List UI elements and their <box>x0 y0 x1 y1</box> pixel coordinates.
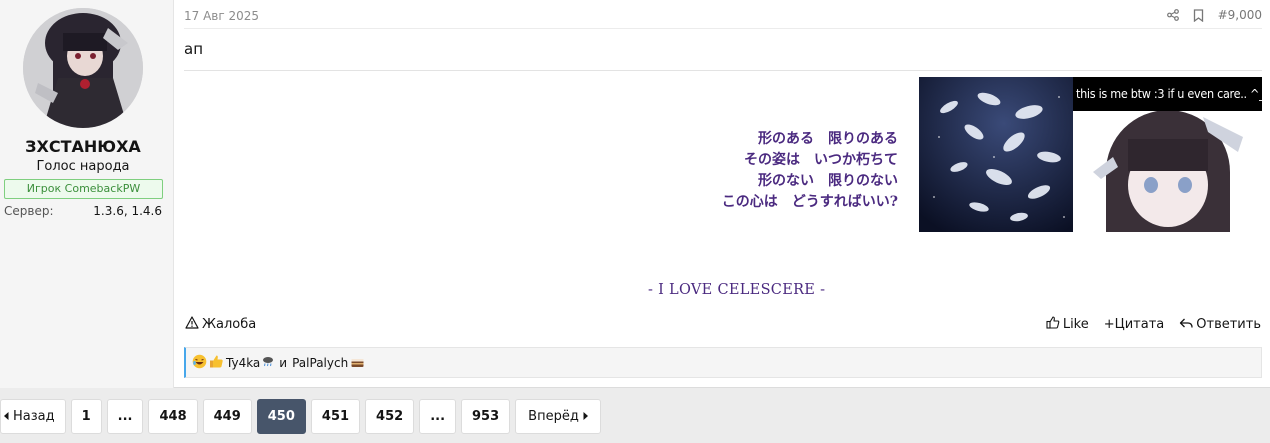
caret-right-icon <box>583 400 588 433</box>
like-label: Like <box>1062 317 1089 332</box>
server-label: Сервер: <box>4 204 54 218</box>
next-page-button[interactable]: Вперёд <box>515 399 601 434</box>
user-info-panel: ЗХСТАНЮХА Голос народа Игрок ComebackPW … <box>0 0 174 388</box>
reply-button[interactable]: Ответить <box>1179 317 1261 333</box>
user-banner: Игрок ComebackPW <box>4 179 163 199</box>
share-icon[interactable] <box>1166 9 1179 21</box>
quote-label: +Цитата <box>1103 317 1165 332</box>
header-divider <box>184 28 1262 29</box>
prev-page-button[interactable]: Назад <box>0 399 66 434</box>
like-button[interactable]: Like <box>1046 316 1089 333</box>
page-link-449[interactable]: 449 <box>202 399 252 434</box>
page-link-451[interactable]: 451 <box>310 399 361 434</box>
warning-icon <box>185 316 199 333</box>
laughing-emoji-icon <box>192 354 207 372</box>
post-message: ап <box>184 40 203 58</box>
signature-fish-image <box>919 77 1073 232</box>
bookmark-icon[interactable] <box>1193 8 1204 22</box>
caret-left-icon <box>4 400 9 433</box>
username[interactable]: ЗХСТАНЮХА <box>0 137 166 156</box>
report-label: Жалоба <box>202 317 257 332</box>
user-avatar[interactable] <box>23 8 143 128</box>
page-link-452[interactable]: 452 <box>365 399 415 434</box>
post-header-actions: #9,000 <box>1166 8 1262 22</box>
reaction-joiner: и <box>279 355 288 370</box>
prev-label: Назад <box>13 409 55 424</box>
reaction-user-1[interactable]: Ty4ka <box>226 356 260 370</box>
post-number[interactable]: #9,000 <box>1218 8 1262 22</box>
page-link-current[interactable]: 450 <box>256 399 306 434</box>
quote-button[interactable]: +Цитата <box>1104 317 1165 332</box>
post-date[interactable]: 17 Авг 2025 <box>184 9 259 23</box>
page-link-448[interactable]: 448 <box>148 399 198 434</box>
post-actions: Like +Цитата Ответить <box>1046 316 1261 333</box>
reply-icon <box>1179 317 1193 333</box>
thumbs-up-emoji-icon <box>209 354 224 372</box>
signature-poem: 形のある 限りのある その姿は いつか朽ちて 形のない 限りのない この心は ど… <box>721 131 898 210</box>
page-jump-ellipsis[interactable]: ... <box>419 399 457 434</box>
reaction-user-2[interactable]: PalPalych <box>292 356 348 370</box>
user-title: Голос народа <box>36 159 130 174</box>
next-label: Вперёд <box>528 409 579 424</box>
cloud-rain-emoji-icon <box>262 355 274 370</box>
post-block: ЗХСТАНЮХА Голос народа Игрок ComebackPW … <box>0 0 1270 388</box>
signature-girl-image: this is me btw :3 if u even care.. ^_^ <box>1073 77 1262 232</box>
signature-love-text: - I LOVE CELESCERE - <box>648 282 826 298</box>
signature-divider <box>184 70 1262 71</box>
server-value: 1.3.6, 1.4.6 <box>93 204 162 218</box>
reactions-bar[interactable]: Ty4ka и PalPalych <box>184 347 1262 378</box>
page-link-1[interactable]: 1 <box>70 399 102 434</box>
cake-emoji-icon <box>350 354 365 371</box>
signature-image-caption: this is me btw :3 if u even care.. ^_^ <box>1073 77 1262 111</box>
page-link-953[interactable]: 953 <box>461 399 511 434</box>
report-link[interactable]: Жалоба <box>185 316 256 333</box>
reply-label: Ответить <box>1196 317 1261 332</box>
pagination: Назад 1 ... 448 449 450 451 452 ... 953 … <box>0 399 601 434</box>
page-jump-ellipsis[interactable]: ... <box>106 399 144 434</box>
thumbs-up-icon <box>1046 316 1060 333</box>
